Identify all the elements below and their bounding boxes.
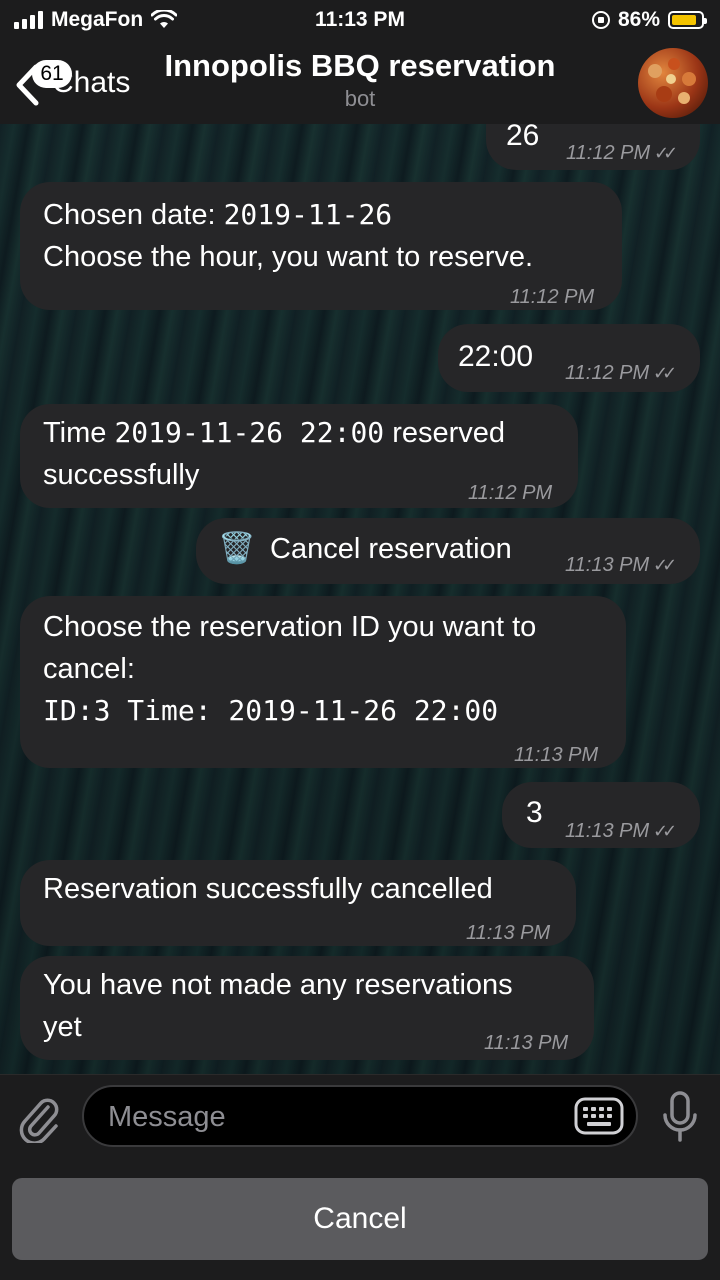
message-field[interactable] (82, 1085, 638, 1147)
message-text: Choose the hour, you want to reserve. (43, 241, 534, 273)
reply-keyboard: Cancel (0, 1160, 720, 1280)
message-outgoing[interactable]: 26 11:12 PM ✓✓ (486, 124, 700, 170)
message-time: 11:12 PM (510, 286, 595, 308)
read-checks-icon: ✓✓ (654, 143, 678, 163)
message-date: 2019-11-26 (223, 198, 393, 231)
message-text: yet (43, 1011, 82, 1043)
read-checks-icon: ✓✓ (653, 821, 677, 841)
message-time: 11:13 PM (565, 820, 650, 842)
chat-subtitle: bot (344, 86, 376, 111)
read-checks-icon: ✓✓ (653, 555, 677, 575)
message-incoming[interactable]: Time 2019-11-26 22:00 reserved successfu… (20, 404, 578, 508)
orientation-lock-icon (591, 11, 610, 29)
message-time: 11:13 PM (565, 554, 650, 576)
message-incoming[interactable]: Choose the reservation ID you want to ca… (20, 596, 626, 768)
message-text: Time (43, 417, 115, 449)
cancel-button[interactable]: Cancel (12, 1178, 708, 1260)
battery-icon (668, 11, 707, 29)
message-text: Chosen date: (43, 199, 224, 231)
message-text: Cancel reservation (270, 533, 512, 565)
trash-icon: 🗑️ (218, 532, 256, 565)
message-text: reserved (384, 417, 506, 449)
message-time: 11:13 PM (484, 1032, 569, 1054)
message-input[interactable] (106, 1097, 550, 1137)
message-text: 26 (506, 124, 540, 152)
message-outgoing[interactable]: 22:00 11:12 PM ✓✓ (438, 324, 700, 392)
paperclip-icon[interactable] (18, 1095, 62, 1143)
message-text: Choose the reservation ID you want to (43, 611, 537, 643)
message-text: 22:00 (458, 340, 534, 373)
message-outgoing[interactable]: 🗑️ Cancel reservation 11:13 PM ✓✓ (196, 518, 700, 584)
message-time: 11:12 PM (566, 142, 651, 164)
composer-bar (0, 1074, 720, 1161)
microphone-icon[interactable] (662, 1091, 698, 1143)
avatar[interactable] (638, 48, 708, 118)
message-time: 11:12 PM (468, 482, 553, 504)
chat-title[interactable]: Innopolis BBQ reservation (0, 48, 720, 84)
battery-fill (672, 15, 697, 25)
message-text: 3 (526, 796, 543, 829)
status-right: 86% (591, 8, 707, 32)
status-bar: MegaFon 11:13 PM 86% (0, 0, 720, 40)
message-incoming[interactable]: Chosen date: 2019-11-26 Choose the hour,… (20, 182, 622, 310)
keyboard-icon[interactable] (574, 1097, 624, 1135)
message-incoming[interactable]: You have not made any reservations yet 1… (20, 956, 594, 1060)
message-outgoing[interactable]: 3 11:13 PM ✓✓ (502, 782, 700, 848)
message-time: 11:13 PM (514, 744, 599, 766)
chat-header: Chats 61 Innopolis BBQ reservation bot (0, 40, 720, 125)
read-checks-icon: ✓✓ (653, 363, 677, 383)
message-time: 11:12 PM (565, 362, 650, 384)
message-datetime: 2019-11-26 22:00 (114, 416, 385, 449)
message-text: You have not made any reservations (43, 969, 513, 1001)
message-text: successfully (43, 459, 200, 491)
message-text: cancel: (43, 653, 135, 685)
message-text: Reservation successfully cancelled (43, 873, 493, 905)
message-list[interactable]: 26 11:12 PM ✓✓ Chosen date: 2019-11-26 C… (0, 124, 720, 1074)
battery-percent: 86% (617, 8, 660, 31)
message-time: 11:13 PM (466, 922, 551, 944)
message-code: ID:3 Time: 2019-11-26 22:00 (43, 694, 499, 727)
message-incoming[interactable]: Reservation successfully cancelled 11:13… (20, 860, 576, 946)
